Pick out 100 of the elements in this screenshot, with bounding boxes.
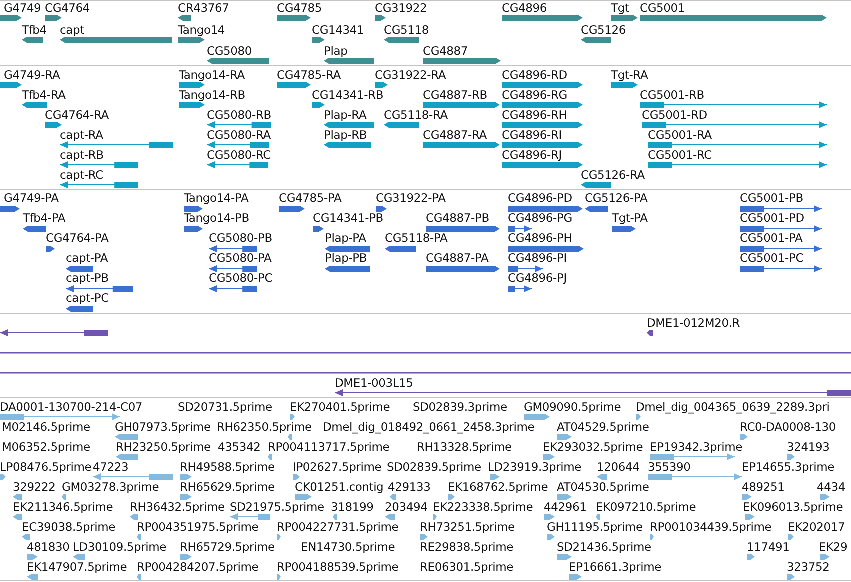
- feature-label: EK202017: [788, 520, 846, 534]
- feature-label: CG4896-PH: [508, 231, 572, 245]
- feature-label: CG4896: [502, 1, 548, 15]
- feature-label: CG5118-PA: [385, 231, 448, 245]
- feature-label: G4749-RA: [4, 68, 60, 82]
- feature-label: Tgt-RA: [611, 68, 648, 82]
- feature-label: RH73251.5prime: [420, 520, 515, 534]
- feature-label: CG4896-RH: [502, 108, 568, 122]
- feature-label: Tango14-RA: [179, 68, 245, 82]
- feature-label: Tango14-RB: [179, 88, 246, 102]
- feature-label: RP004188539.5prime: [277, 560, 399, 574]
- feature-label: CG5001-RD: [642, 108, 708, 122]
- feature-label: CG4764-PA: [46, 231, 109, 245]
- feature-label: RP004351975.5prime: [137, 520, 259, 534]
- feature-label: RP004284207.5prime: [137, 560, 259, 574]
- feature-label: GH11195.5prime: [547, 520, 643, 534]
- feature-label: EP19342.3prime: [650, 440, 742, 454]
- feature-label: CG5080-PC: [209, 271, 273, 285]
- feature-label: GM09090.5prime: [524, 400, 622, 414]
- feature-label: CG4896-RG: [502, 88, 568, 102]
- feature-label: DME1-003L15: [335, 376, 414, 390]
- feature-label: CG31922-RA: [375, 68, 446, 82]
- feature-label: 324193: [787, 440, 830, 454]
- feature-label: SD21436.5prime: [557, 540, 652, 554]
- feature-label: CG5080: [207, 44, 252, 58]
- feature-label: 323752: [787, 560, 830, 574]
- feature-label: Tfb4-RA: [22, 88, 66, 102]
- feature-label: EK270401.5prime: [290, 400, 390, 414]
- feature-label: RH36432.5prime: [130, 500, 225, 514]
- feature-label: CG5001-PC: [740, 251, 804, 265]
- feature-label: CG31922-PA: [376, 191, 446, 205]
- feature-label: RP004113717.5prime: [268, 440, 390, 454]
- feature-label: CG5080-RB: [207, 108, 272, 122]
- feature-label: CG5118: [384, 22, 430, 36]
- feature-label: 329222: [13, 480, 56, 494]
- feature-label: SD02839.5prime: [387, 460, 482, 474]
- feature-label: 355390: [648, 460, 691, 474]
- feature-label: CG4785-PA: [279, 191, 342, 205]
- feature-label: CG5080-PA: [209, 251, 272, 265]
- feature-label: EK096013.5prime: [743, 500, 844, 514]
- feature-label: CG4887-PB: [426, 211, 490, 225]
- feature-label: CG14341-RB: [312, 88, 384, 102]
- feature-label: EK168762.5prime: [448, 480, 548, 494]
- feature-label: CG4896-PD: [508, 191, 572, 205]
- feature-label: CG14341-PB: [313, 211, 384, 225]
- feature-label: RH23250.5prime: [116, 440, 211, 454]
- feature-label: EK211346.5prime: [13, 500, 114, 514]
- feature-label: EK223338.5prime: [433, 500, 534, 514]
- feature-label: CG4896-PJ: [508, 271, 567, 285]
- feature-label: 429133: [388, 480, 431, 494]
- feature-label: Tfb4: [22, 22, 47, 36]
- feature-label: 435342: [218, 440, 261, 454]
- feature-label: Dmel_dig_004365_0639_2289.3pri: [636, 400, 830, 414]
- feature-label: CG5001-PD: [740, 211, 804, 225]
- feature-label: 489251: [742, 480, 785, 494]
- feature-label: RH65629.5prime: [180, 480, 275, 494]
- feature-label: CG4785-RA: [277, 68, 341, 82]
- feature-label: CG5001-RC: [648, 148, 712, 162]
- feature-label: EN14730.5prime: [301, 540, 396, 554]
- feature-label: CG4896-RI: [502, 128, 562, 142]
- feature-label: CG4764-RA: [45, 108, 109, 122]
- feature-label: CG4896-PG: [508, 211, 572, 225]
- feature-label: 120644: [597, 460, 640, 474]
- feature-label: EP16661.3prime: [569, 560, 662, 574]
- feature-label: Plap-RB: [324, 128, 368, 142]
- feature-label: CG5080-PB: [209, 231, 272, 245]
- feature-label: CK01251.contig: [295, 480, 384, 494]
- feature-label: Plap-RA: [324, 108, 367, 122]
- feature-label: CG5118-RA: [384, 108, 448, 122]
- feature-label: Tgt-PA: [612, 211, 648, 225]
- feature-label: G4749-PA: [4, 191, 59, 205]
- feature-label: M02146.5prime: [2, 420, 90, 434]
- feature-label: LD23919.3prime: [488, 460, 582, 474]
- feature-label: RP001034439.5prime: [650, 520, 772, 534]
- feature-label: DA0001-130700-214-C07: [0, 400, 143, 414]
- feature-label: G4749: [4, 1, 42, 15]
- feature-label: Tango14-PB: [184, 211, 250, 225]
- feature-label: CG5001-PB: [740, 191, 804, 205]
- feature-label: Dmel_dig_018492_0661_2458.3prime: [323, 420, 535, 434]
- feature-label: CG4887-RA: [423, 128, 487, 142]
- feature-label: AT04530.5prime: [557, 480, 650, 494]
- feature-label: Tfb4-PA: [23, 211, 66, 225]
- feature-label: capt-RB: [60, 148, 104, 162]
- feature-label: RE06301.5prime: [420, 560, 514, 574]
- feature-label: CG4896-RD: [502, 68, 568, 82]
- feature-label: SD02839.3prime: [413, 400, 508, 414]
- feature-label: EK097210.5prime: [596, 500, 696, 514]
- feature-label: CG5001-RB: [640, 88, 704, 102]
- feature-label: 442961: [544, 500, 587, 514]
- feature-label: CG5080-RA: [207, 128, 271, 142]
- feature-label: EK29: [819, 540, 848, 554]
- feature-label: CG4785: [277, 1, 322, 15]
- feature-label: capt-PB: [66, 271, 109, 285]
- feature-label: GH07973.5prime: [115, 420, 211, 434]
- feature-label: Tgt: [611, 1, 630, 15]
- feature-label: EP14655.3prime: [742, 460, 834, 474]
- feature-label: CG5126-PA: [585, 191, 648, 205]
- feature-label: capt: [60, 22, 84, 36]
- feature-label: CG4764: [45, 1, 90, 15]
- feature-label: CG5001: [640, 1, 686, 15]
